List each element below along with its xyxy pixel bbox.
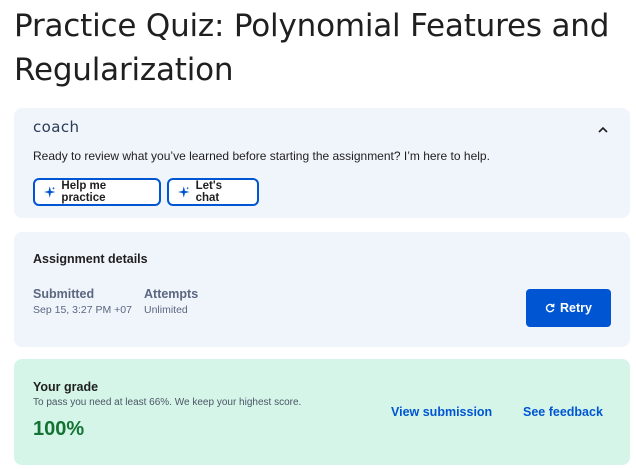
assignment-details-heading: Assignment details: [33, 252, 148, 266]
view-submission-link[interactable]: View submission: [391, 405, 492, 419]
lets-chat-label: Let's chat: [195, 180, 222, 204]
help-me-practice-button[interactable]: Help me practice: [33, 178, 161, 206]
assignment-details-panel: Assignment details Submitted Sep 15, 3:2…: [14, 232, 630, 347]
sparkle-icon: [178, 186, 190, 198]
sparkle-icon: [44, 186, 56, 198]
lets-chat-button[interactable]: Let's chat: [167, 178, 259, 206]
help-me-practice-label: Help me practice: [61, 180, 107, 204]
your-grade-heading: Your grade: [33, 380, 99, 394]
page-title: Practice Quiz: Polynomial Features and R…: [14, 8, 610, 88]
passing-note: To pass you need at least 66%. We keep y…: [33, 397, 302, 408]
coach-message: Ready to review what you’ve learned befo…: [33, 149, 490, 163]
submitted-value: Sep 15, 3:27 PM +07: [33, 304, 132, 316]
submitted-label: Submitted: [33, 287, 95, 301]
retry-label: Retry: [560, 301, 592, 315]
grade-score: 100%: [33, 418, 85, 440]
attempts-value: Unlimited: [144, 304, 188, 316]
attempts-label: Attempts: [144, 287, 199, 301]
coach-logo: coach: [33, 118, 80, 136]
grade-panel: Your grade To pass you need at least 66%…: [14, 359, 630, 465]
see-feedback-link[interactable]: See feedback: [523, 405, 603, 419]
chevron-up-icon: [598, 126, 608, 133]
refresh-icon: [545, 303, 555, 313]
retry-button[interactable]: Retry: [526, 289, 611, 327]
collapse-coach-button[interactable]: [594, 120, 612, 138]
coach-panel: coach Ready to review what you’ve learne…: [14, 108, 630, 218]
